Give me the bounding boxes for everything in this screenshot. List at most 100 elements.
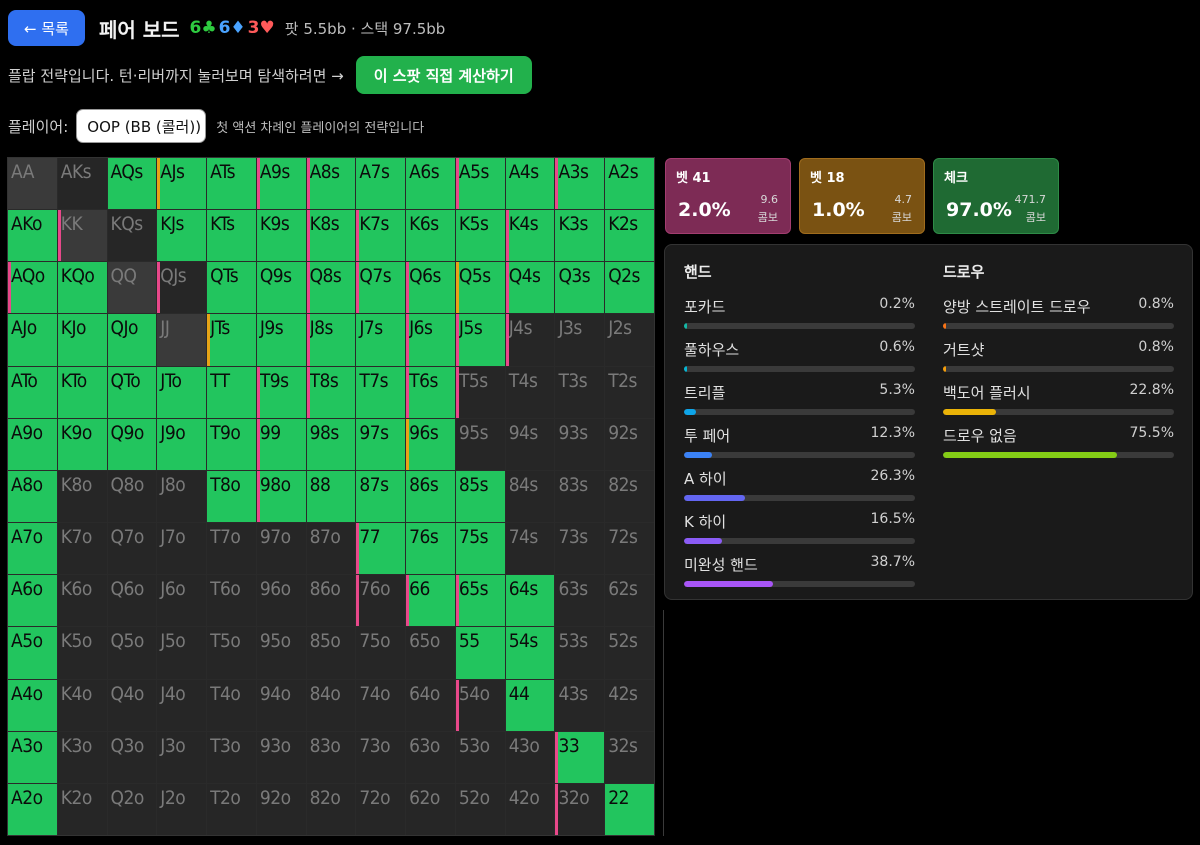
hand-cell-42o[interactable]: 42o xyxy=(505,783,555,835)
hand-cell-K6s[interactable]: K6s xyxy=(406,210,455,262)
action-card[interactable]: 벳 18 4.7 콤보 1.0% xyxy=(799,158,925,234)
hand-cell-92s[interactable]: 92s xyxy=(605,418,654,470)
hand-cell-Q6s[interactable]: Q6s xyxy=(406,262,455,314)
hand-cell-AJo[interactable]: AJo xyxy=(8,314,57,366)
hand-cell-75s[interactable]: 75s xyxy=(455,523,505,575)
hand-cell-K3s[interactable]: K3s xyxy=(555,210,605,262)
hand-cell-JTs[interactable]: JTs xyxy=(207,314,256,366)
hand-cell-AA[interactable]: AA xyxy=(8,158,57,210)
hand-cell-64s[interactable]: 64s xyxy=(505,575,555,627)
hand-cell-63o[interactable]: 63o xyxy=(406,731,455,783)
hand-cell-44[interactable]: 44 xyxy=(505,679,555,731)
hand-cell-QJo[interactable]: QJo xyxy=(107,314,157,366)
hand-cell-J4s[interactable]: J4s xyxy=(505,314,555,366)
hand-cell-72s[interactable]: 72s xyxy=(605,523,654,575)
hand-cell-82s[interactable]: 82s xyxy=(605,470,654,523)
hand-cell-94s[interactable]: 94s xyxy=(505,418,555,470)
hand-cell-33[interactable]: 33 xyxy=(555,731,605,783)
hand-cell-85s[interactable]: 85s xyxy=(455,470,505,523)
hand-cell-98o[interactable]: 98o xyxy=(256,470,306,523)
hand-cell-K7o[interactable]: K7o xyxy=(57,523,107,575)
hand-cell-Q4o[interactable]: Q4o xyxy=(107,679,157,731)
hand-cell-A2s[interactable]: A2s xyxy=(605,158,654,210)
hand-cell-T7o[interactable]: T7o xyxy=(207,523,256,575)
hand-cell-J5o[interactable]: J5o xyxy=(157,627,207,679)
hand-cell-87s[interactable]: 87s xyxy=(356,470,406,523)
hand-cell-T9o[interactable]: T9o xyxy=(207,418,256,470)
hand-cell-43o[interactable]: 43o xyxy=(505,731,555,783)
hand-cell-J9o[interactable]: J9o xyxy=(157,418,207,470)
hand-cell-K4o[interactable]: K4o xyxy=(57,679,107,731)
hand-cell-52o[interactable]: 52o xyxy=(455,783,505,835)
hand-cell-Q8s[interactable]: Q8s xyxy=(306,262,356,314)
hand-cell-32o[interactable]: 32o xyxy=(555,783,605,835)
hand-cell-J6o[interactable]: J6o xyxy=(157,575,207,627)
hand-cell-A8s[interactable]: A8s xyxy=(306,158,356,210)
hand-cell-75o[interactable]: 75o xyxy=(356,627,406,679)
hand-cell-KJs[interactable]: KJs xyxy=(157,210,207,262)
hand-cell-T8o[interactable]: T8o xyxy=(207,470,256,523)
player-select[interactable]: OOP (BB (콜러)) xyxy=(76,109,207,143)
hand-cell-QTo[interactable]: QTo xyxy=(107,366,157,418)
hand-cell-96o[interactable]: 96o xyxy=(256,575,306,627)
hand-cell-62s[interactable]: 62s xyxy=(605,575,654,627)
hand-cell-T5o[interactable]: T5o xyxy=(207,627,256,679)
hand-cell-53o[interactable]: 53o xyxy=(455,731,505,783)
hand-cell-83s[interactable]: 83s xyxy=(555,470,605,523)
hand-cell-65s[interactable]: 65s xyxy=(455,575,505,627)
hand-cell-94o[interactable]: 94o xyxy=(256,679,306,731)
hand-cell-A2o[interactable]: A2o xyxy=(8,783,57,835)
hand-cell-QTs[interactable]: QTs xyxy=(207,262,256,314)
hand-cell-T4o[interactable]: T4o xyxy=(207,679,256,731)
hand-cell-T7s[interactable]: T7s xyxy=(356,366,406,418)
hand-cell-J3o[interactable]: J3o xyxy=(157,731,207,783)
hand-cell-Q7o[interactable]: Q7o xyxy=(107,523,157,575)
back-button[interactable]: ← 목록 xyxy=(8,10,85,46)
hand-cell-86o[interactable]: 86o xyxy=(306,575,356,627)
hand-cell-Q3o[interactable]: Q3o xyxy=(107,731,157,783)
hand-cell-83o[interactable]: 83o xyxy=(306,731,356,783)
hand-cell-Q4s[interactable]: Q4s xyxy=(505,262,555,314)
hand-cell-ATo[interactable]: ATo xyxy=(8,366,57,418)
action-card[interactable]: 체크 471.7 콤보 97.0% xyxy=(933,158,1059,234)
hand-cell-32s[interactable]: 32s xyxy=(605,731,654,783)
hand-cell-A4o[interactable]: A4o xyxy=(8,679,57,731)
hand-cell-J5s[interactable]: J5s xyxy=(455,314,505,366)
hand-cell-K2s[interactable]: K2s xyxy=(605,210,654,262)
hand-cell-J3s[interactable]: J3s xyxy=(555,314,605,366)
hand-cell-87o[interactable]: 87o xyxy=(306,523,356,575)
hand-cell-K5o[interactable]: K5o xyxy=(57,627,107,679)
hand-cell-65o[interactable]: 65o xyxy=(406,627,455,679)
hand-cell-T2o[interactable]: T2o xyxy=(207,783,256,835)
hand-cell-A9s[interactable]: A9s xyxy=(256,158,306,210)
hand-cell-Q6o[interactable]: Q6o xyxy=(107,575,157,627)
hand-cell-76s[interactable]: 76s xyxy=(406,523,455,575)
hand-cell-97s[interactable]: 97s xyxy=(356,418,406,470)
hand-cell-74o[interactable]: 74o xyxy=(356,679,406,731)
hand-cell-ATs[interactable]: ATs xyxy=(207,158,256,210)
hand-cell-Q7s[interactable]: Q7s xyxy=(356,262,406,314)
hand-cell-97o[interactable]: 97o xyxy=(256,523,306,575)
hand-cell-AQo[interactable]: AQo xyxy=(8,262,57,314)
hand-cell-73s[interactable]: 73s xyxy=(555,523,605,575)
hand-cell-55[interactable]: 55 xyxy=(455,627,505,679)
hand-cell-K8s[interactable]: K8s xyxy=(306,210,356,262)
hand-cell-K6o[interactable]: K6o xyxy=(57,575,107,627)
hand-cell-K9s[interactable]: K9s xyxy=(256,210,306,262)
hand-cell-54o[interactable]: 54o xyxy=(455,679,505,731)
hand-cell-73o[interactable]: 73o xyxy=(356,731,406,783)
hand-cell-J8s[interactable]: J8s xyxy=(306,314,356,366)
hand-cell-J2o[interactable]: J2o xyxy=(157,783,207,835)
hand-cell-T9s[interactable]: T9s xyxy=(256,366,306,418)
hand-cell-K2o[interactable]: K2o xyxy=(57,783,107,835)
hand-cell-95o[interactable]: 95o xyxy=(256,627,306,679)
hand-cell-42s[interactable]: 42s xyxy=(605,679,654,731)
hand-cell-T8s[interactable]: T8s xyxy=(306,366,356,418)
hand-cell-Q3s[interactable]: Q3s xyxy=(555,262,605,314)
hand-cell-AJs[interactable]: AJs xyxy=(157,158,207,210)
hand-cell-A4s[interactable]: A4s xyxy=(505,158,555,210)
hand-cell-A6o[interactable]: A6o xyxy=(8,575,57,627)
hand-cell-KJo[interactable]: KJo xyxy=(57,314,107,366)
hand-cell-T4s[interactable]: T4s xyxy=(505,366,555,418)
calculate-spot-button[interactable]: 이 스팟 직접 계산하기 xyxy=(355,56,532,94)
